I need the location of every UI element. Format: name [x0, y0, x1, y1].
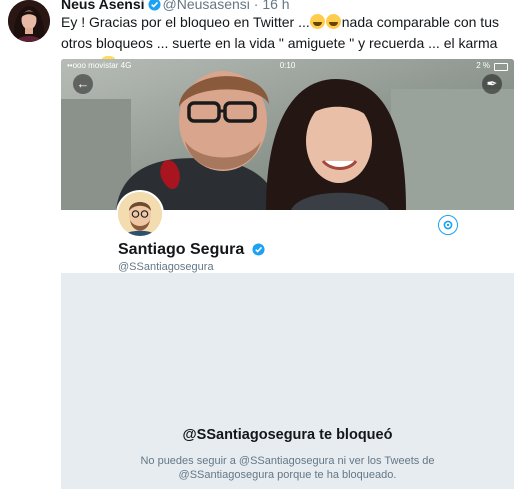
tweet: Neus Asensi @Neusasensi · 16 h Ey ! Graci… [0, 0, 520, 489]
verified-badge-icon [252, 243, 265, 261]
blocked-message: No puedes seguir a @SSantiagosegura ni v… [140, 455, 435, 481]
profile-handle: @SSantiagosegura [118, 261, 214, 273]
phone-status-bar: ••ooo movistar 4G 0:10 2 % [61, 59, 514, 73]
blocked-notice: @SSantiagosegura te bloqueó No puedes se… [61, 273, 514, 489]
tears-of-joy-emoji-icon [325, 14, 341, 29]
author-name[interactable]: Neus Asensi [61, 0, 145, 12]
separator-dot: · [253, 0, 259, 12]
tears-of-joy-emoji-icon [309, 14, 325, 29]
tweet-timestamp[interactable]: 16 h [262, 0, 289, 12]
blocked-title: @SSantiagosegura te bloqueó [182, 427, 393, 443]
profile-name: Santiago Segura [118, 241, 267, 261]
attached-image[interactable]: ••ooo movistar 4G 0:10 2 % ← ✒ Santiago … [61, 59, 514, 489]
compose-icon[interactable]: ✒ [482, 74, 502, 94]
tweet-text-part1: Ey ! Gracias por el bloqueo en Twitter .… [61, 14, 310, 30]
profile-avatar[interactable] [116, 190, 164, 238]
profile-name-text: Santiago Segura [118, 241, 245, 258]
status-time: 0:10 [279, 61, 296, 70]
battery-icon [494, 63, 508, 71]
settings-gear-icon[interactable] [438, 215, 458, 235]
profile-banner-photo: ••ooo movistar 4G 0:10 2 % ← ✒ [61, 59, 514, 210]
author-handle[interactable]: @Neusasensi [163, 0, 250, 12]
author-avatar[interactable] [8, 0, 50, 42]
back-arrow-icon[interactable]: ← [73, 74, 93, 94]
battery-percent: 2 % [476, 61, 490, 70]
